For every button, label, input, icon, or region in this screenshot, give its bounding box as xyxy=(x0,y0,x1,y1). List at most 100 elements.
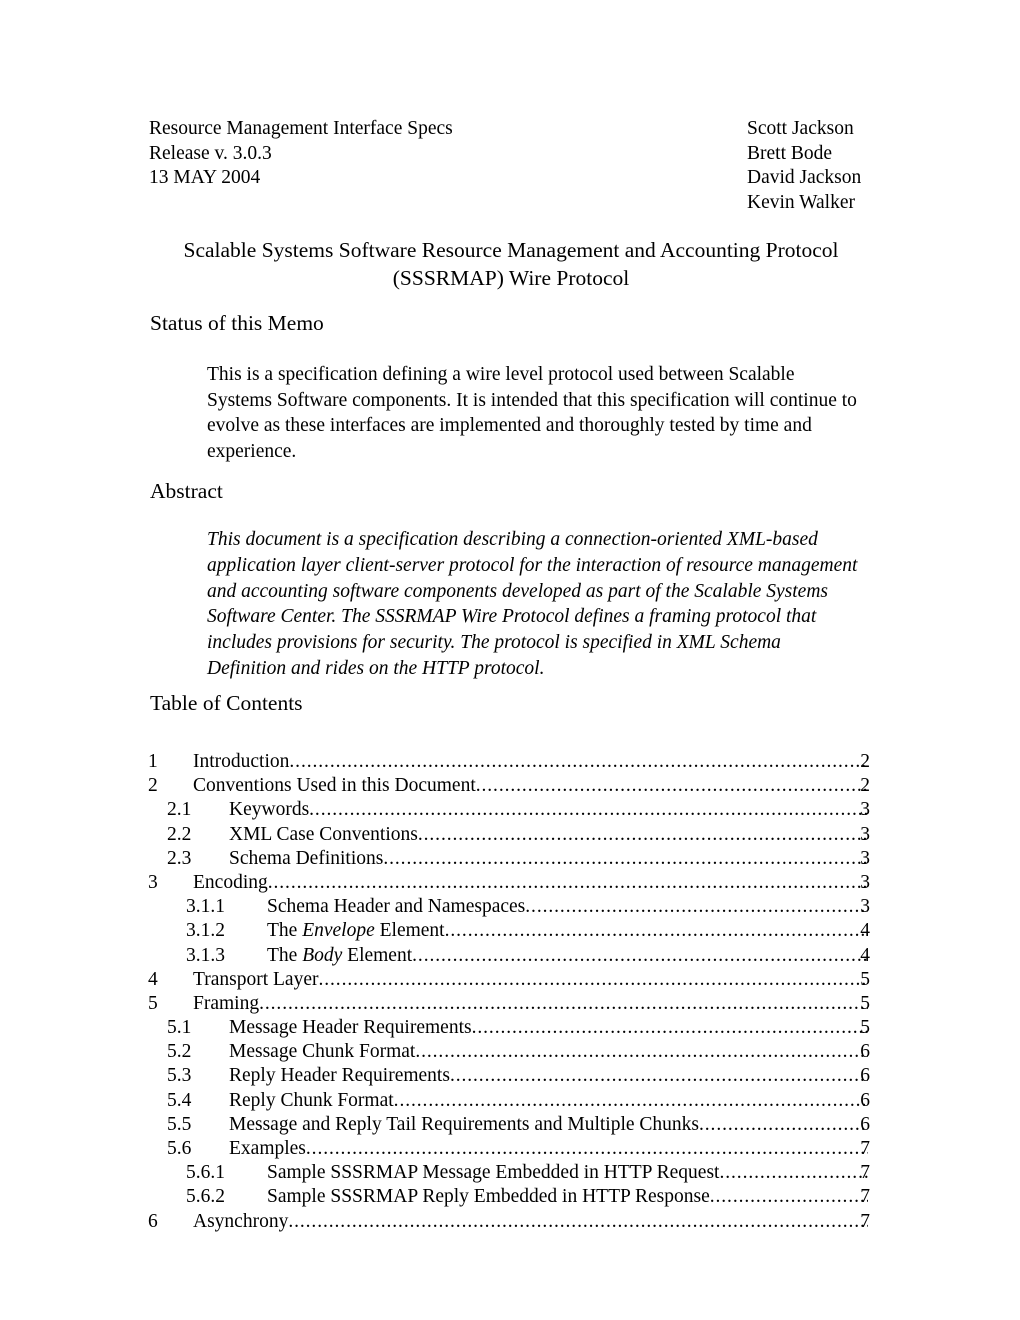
toc-entry-title-wrap: Reply Chunk Format......................… xyxy=(229,1089,868,1113)
toc-entry-page-number: 3 xyxy=(860,823,870,845)
toc-entry-label: Message and Reply Tail Requirements and … xyxy=(229,1113,699,1135)
toc-entry-label-emphasis: Body xyxy=(302,944,343,966)
toc-entry-title-wrap: Keywords................................… xyxy=(229,798,868,822)
toc-entry[interactable]: 2.3 Schema Definitions...................… xyxy=(0,847,1020,871)
toc-entry-page-number: 7 xyxy=(860,1186,870,1208)
toc-entry-page-number: 2 xyxy=(860,775,870,797)
toc-entry-number: 3.1.3 xyxy=(186,944,225,966)
toc-dot-leader: ........................................… xyxy=(259,992,868,1014)
toc-dot-leader: ........................................… xyxy=(471,1017,868,1039)
toc-entry[interactable]: 5.3 Reply Header Requirements............… xyxy=(0,1064,1020,1088)
toc-dot-leader: ........................................… xyxy=(309,799,868,821)
toc-entry[interactable]: 5.2 Message Chunk Format.................… xyxy=(0,1040,1020,1064)
header-date: 13 MAY 2004 xyxy=(149,167,261,189)
toc-entry[interactable]: 3 Encoding...............................… xyxy=(0,871,1020,895)
toc-entry-page-number: 7 xyxy=(860,1210,870,1232)
toc-entry[interactable]: 5.6 Examples.............................… xyxy=(0,1137,1020,1161)
toc-entry-label: Message Header Requirements xyxy=(229,1017,472,1039)
header-release: Release v. 3.0.3 xyxy=(149,142,272,164)
toc-entry-label: Reply Header Requirements xyxy=(229,1065,450,1087)
toc-entry[interactable]: 5.6.2 Sample SSSRMAP Reply Embedded in HT… xyxy=(0,1185,1020,1209)
toc-entry-number: 2.1 xyxy=(167,799,192,821)
toc-entry-page-number: 3 xyxy=(860,847,870,869)
toc-dot-leader: ........................................… xyxy=(415,1041,868,1063)
toc-dot-leader: ........................................… xyxy=(719,1162,868,1184)
toc-entry-label: Schema Header and Namespaces xyxy=(267,896,526,918)
toc-entry-number: 3 xyxy=(148,871,158,893)
toc-entry[interactable]: 2.1 Keywords.............................… xyxy=(0,798,1020,822)
toc-entry-number: 1 xyxy=(148,751,158,772)
toc-entry[interactable]: 5 Framing................................… xyxy=(0,992,1020,1016)
toc-entry-page-number: 3 xyxy=(860,799,870,821)
toc-entry-page-number: 6 xyxy=(860,1041,870,1063)
toc-entry-label: Transport Layer xyxy=(193,968,319,990)
header-row: Resource Management Interface Specs Scot… xyxy=(149,117,871,142)
author-name-4: Kevin Walker xyxy=(747,191,855,213)
header-row: Release v. 3.0.3 Brett Bode xyxy=(149,142,871,167)
table-of-contents: 1 Introduction...........................… xyxy=(0,750,1020,1234)
toc-entry-number: 5.2 xyxy=(167,1041,192,1063)
toc-entry[interactable]: 5.6.1 Sample SSSRMAP Message Embedded in … xyxy=(0,1161,1020,1185)
toc-entry[interactable]: 3.1.1 Schema Header and Namespaces.......… xyxy=(0,895,1020,919)
header-row: 13 MAY 2004 David Jackson xyxy=(149,166,871,191)
toc-entry-title-wrap: XML Case Conventions....................… xyxy=(229,823,868,847)
toc-entry-page-number: 4 xyxy=(860,944,870,966)
toc-entry-label: Sample SSSRMAP Reply Embedded in HTTP Re… xyxy=(267,1186,710,1208)
toc-entry-label-emphasis: Envelope xyxy=(302,920,375,942)
toc-entry[interactable]: 5.5 Message and Reply Tail Requirements a… xyxy=(0,1113,1020,1137)
document-title-line-2: (SSSRMAP) Wire Protocol xyxy=(392,266,630,290)
document-page: Resource Management Interface Specs Scot… xyxy=(0,0,1020,1320)
toc-entry-page-number: 6 xyxy=(860,1065,870,1087)
toc-entry[interactable]: 4 Transport Layer........................… xyxy=(0,968,1020,992)
author-name-3: David Jackson xyxy=(747,167,862,189)
toc-entry-label: Schema Definitions xyxy=(229,847,384,869)
toc-entry-number: 2.3 xyxy=(167,847,192,869)
toc-entry[interactable]: 2.2 XML Case Conventions.................… xyxy=(0,823,1020,847)
toc-entry[interactable]: 5.4 Reply Chunk Format...................… xyxy=(0,1089,1020,1113)
toc-entry-title-wrap: Asynchrony..............................… xyxy=(193,1210,868,1234)
toc-entry-title-wrap: Transport Layer.........................… xyxy=(193,968,868,992)
toc-entry-label: Examples xyxy=(229,1138,306,1159)
toc-entry-label: Sample SSSRMAP Message Embedded in HTTP … xyxy=(267,1162,720,1184)
toc-entry-page-number: 3 xyxy=(860,871,870,893)
toc-entry-label: Introduction xyxy=(193,751,290,772)
toc-dot-leader: ........................................… xyxy=(288,1210,868,1232)
toc-dot-leader: ........................................… xyxy=(709,1186,868,1208)
toc-entry-page-number: 5 xyxy=(860,992,870,1014)
toc-entry[interactable]: 3.1.3 The Body Element...................… xyxy=(0,944,1020,968)
toc-dot-leader: ........................................… xyxy=(444,920,868,942)
toc-entry-title-wrap: Sample SSSRMAP Reply Embedded in HTTP Re… xyxy=(267,1185,868,1209)
heading-abstract: Abstract xyxy=(150,479,223,503)
toc-entry-title-wrap: Encoding................................… xyxy=(193,871,868,895)
toc-entry[interactable]: 1 Introduction...........................… xyxy=(0,750,1020,774)
toc-entry-title-wrap: Message Chunk Format....................… xyxy=(229,1040,868,1064)
toc-entry-label: Reply Chunk Format xyxy=(229,1089,394,1111)
document-title: Scalable Systems Software Resource Manag… xyxy=(150,236,872,292)
toc-entry[interactable]: 6 Asynchrony.............................… xyxy=(0,1210,1020,1234)
toc-entry[interactable]: 5.1 Message Header Requirements..........… xyxy=(0,1016,1020,1040)
toc-entry-title-wrap: Examples................................… xyxy=(229,1137,868,1161)
toc-dot-leader: ........................................… xyxy=(267,871,868,893)
toc-entry-page-number: 6 xyxy=(860,1089,870,1111)
document-title-line-1: Scalable Systems Software Resource Manag… xyxy=(183,238,839,262)
toc-entry-label: XML Case Conventions xyxy=(229,823,418,845)
header-row: Kevin Walker xyxy=(149,191,871,216)
toc-entry-page-number: 4 xyxy=(860,920,870,942)
toc-entry-title-wrap: Sample SSSRMAP Message Embedded in HTTP … xyxy=(267,1161,868,1185)
toc-entry-page-number: 5 xyxy=(860,1017,870,1039)
toc-entry-number: 5.4 xyxy=(167,1089,192,1111)
toc-dot-leader: ........................................… xyxy=(525,896,868,918)
toc-entry-title-wrap: Reply Header Requirements...............… xyxy=(229,1064,868,1088)
header-spec-title: Resource Management Interface Specs xyxy=(149,118,453,139)
toc-dot-leader: ........................................… xyxy=(393,1089,868,1111)
toc-entry-label: Framing xyxy=(193,992,260,1014)
toc-entry-label: Asynchrony xyxy=(193,1210,289,1232)
toc-entry-page-number: 7 xyxy=(860,1162,870,1184)
toc-entry[interactable]: 3.1.2 The Envelope Element...............… xyxy=(0,919,1020,943)
toc-entry-number: 5 xyxy=(148,992,158,1014)
toc-entry-title-wrap: Message and Reply Tail Requirements and … xyxy=(229,1113,868,1137)
toc-entry-title-wrap: Schema Definitions......................… xyxy=(229,847,868,871)
toc-entry[interactable]: 2 Conventions Used in this Document......… xyxy=(0,774,1020,798)
toc-entry-number: 2.2 xyxy=(167,823,192,845)
toc-entry-number: 4 xyxy=(148,968,158,990)
